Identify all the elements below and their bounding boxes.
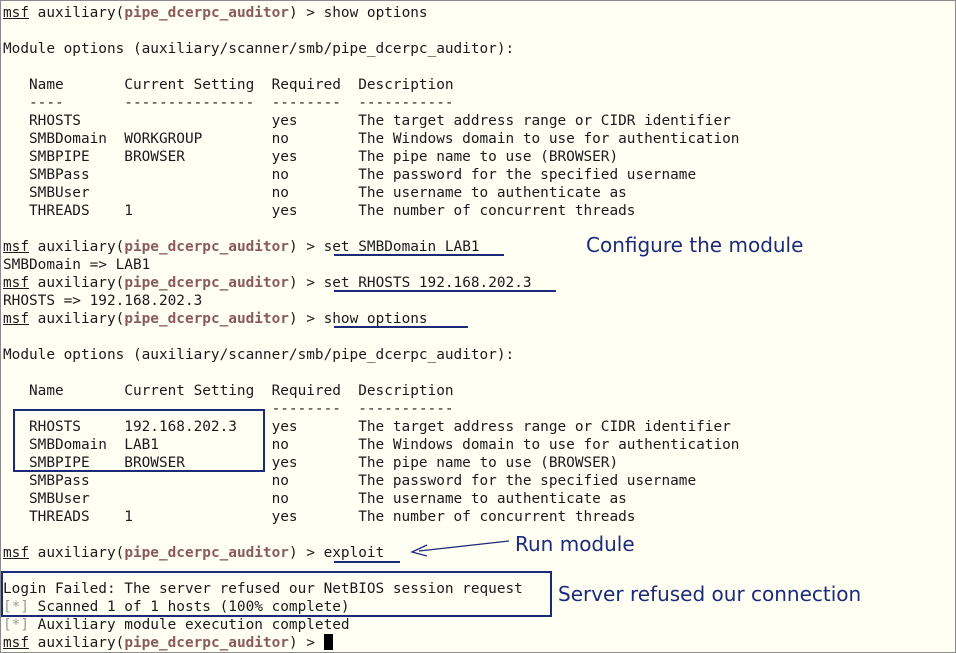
arrow-icon [410, 540, 510, 557]
annotation-refused: Server refused our connection [558, 582, 862, 606]
annotation-configure: Configure the module [586, 233, 804, 257]
terminal-window[interactable]: msf auxiliary(pipe_dcerpc_auditor) > sho… [0, 0, 956, 653]
annotation-run: Run module [515, 532, 635, 556]
